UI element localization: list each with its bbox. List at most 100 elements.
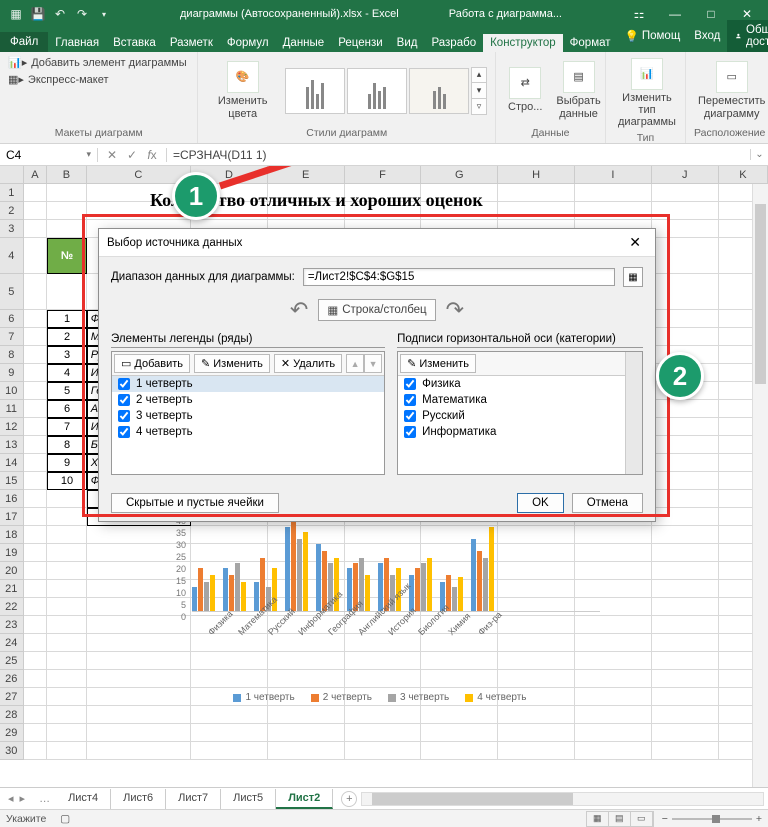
cell[interactable]: [575, 742, 652, 760]
row-header[interactable]: 14: [0, 454, 24, 472]
categories-listbox[interactable]: Физика Математика Русский Информатика: [398, 376, 642, 474]
cell[interactable]: [652, 688, 719, 706]
cell[interactable]: [47, 724, 86, 742]
cell[interactable]: [47, 274, 86, 310]
move-chart-button[interactable]: ▭ Переместить диаграмму: [694, 59, 768, 121]
cell[interactable]: [24, 580, 48, 598]
row-header[interactable]: 8: [0, 346, 24, 364]
edit-series-button[interactable]: ✎ Изменить: [194, 354, 270, 373]
sheet-tab[interactable]: Лист4: [56, 789, 111, 809]
cell[interactable]: [24, 652, 48, 670]
cell[interactable]: [498, 742, 575, 760]
cell[interactable]: [652, 220, 719, 238]
cell[interactable]: [24, 382, 48, 400]
cell[interactable]: [24, 742, 48, 760]
cell[interactable]: [652, 418, 719, 436]
row-header[interactable]: 11: [0, 400, 24, 418]
row-header[interactable]: 16: [0, 490, 24, 508]
save-icon[interactable]: 💾: [30, 6, 46, 22]
move-down-icon[interactable]: ▼: [364, 354, 382, 373]
zoom-out-icon[interactable]: −: [662, 813, 668, 825]
col-header[interactable]: K: [719, 166, 768, 184]
cell[interactable]: [652, 436, 719, 454]
move-up-icon[interactable]: ▲: [346, 354, 364, 373]
cancel-formula-icon[interactable]: ✕: [104, 148, 120, 162]
tab-developer[interactable]: Разрабо: [424, 34, 483, 52]
col-header[interactable]: G: [421, 166, 498, 184]
row-header[interactable]: 25: [0, 652, 24, 670]
tab-data[interactable]: Данные: [276, 34, 332, 52]
cell[interactable]: [24, 436, 48, 454]
cell[interactable]: 8: [47, 436, 86, 454]
select-data-button[interactable]: ▤ Выбрать данные: [552, 59, 604, 121]
vertical-scrollbar[interactable]: [752, 184, 768, 810]
cell[interactable]: [24, 472, 48, 490]
cell[interactable]: [652, 454, 719, 472]
cell[interactable]: [24, 238, 48, 274]
col-header[interactable]: J: [652, 166, 719, 184]
sheet-nav-prev-icon[interactable]: ◂: [8, 792, 14, 805]
cell[interactable]: [24, 310, 48, 328]
cell[interactable]: [47, 670, 86, 688]
cell[interactable]: [47, 220, 86, 238]
cell[interactable]: [47, 490, 86, 508]
name-box[interactable]: C4▾: [0, 148, 98, 162]
cell[interactable]: [421, 742, 498, 760]
row-header[interactable]: 29: [0, 724, 24, 742]
page-break-view-icon[interactable]: ▭: [631, 812, 653, 826]
remove-series-button[interactable]: ✕ Удалить: [274, 354, 342, 373]
fx-icon[interactable]: fx: [144, 148, 160, 162]
horizontal-scrollbar[interactable]: [361, 792, 764, 806]
zoom-in-icon[interactable]: +: [756, 813, 762, 825]
cancel-button[interactable]: Отмена: [572, 493, 643, 513]
accept-formula-icon[interactable]: ✓: [124, 148, 140, 162]
hidden-cells-button[interactable]: Скрытые и пустые ячейки: [111, 493, 279, 513]
chart-styles-gallery[interactable]: ▴▾▿: [285, 67, 487, 115]
cell[interactable]: [652, 652, 719, 670]
row-header[interactable]: 17: [0, 508, 24, 526]
cell[interactable]: [652, 544, 719, 562]
chart-range-input[interactable]: [303, 268, 615, 286]
dialog-close-icon[interactable]: ✕: [623, 232, 647, 253]
row-header[interactable]: 20: [0, 562, 24, 580]
row-header[interactable]: 10: [0, 382, 24, 400]
cell[interactable]: [652, 580, 719, 598]
cell[interactable]: [191, 742, 268, 760]
edit-categories-button[interactable]: ✎ Изменить: [400, 354, 476, 373]
tab-layout[interactable]: Разметк: [163, 34, 220, 52]
sheet-tab[interactable]: Лист7: [166, 789, 221, 809]
cell[interactable]: [652, 184, 719, 202]
row-header[interactable]: 30: [0, 742, 24, 760]
cell[interactable]: [24, 598, 48, 616]
worksheet[interactable]: A B C D E F G H I J K 1234№561Ф72М83Ру94…: [0, 166, 768, 810]
tab-review[interactable]: Рецензи: [331, 34, 389, 52]
share-button[interactable]: Общий доступ: [727, 20, 768, 52]
tab-home[interactable]: Главная: [48, 34, 106, 52]
quick-layout-button[interactable]: ▦▸ Экспресс-макет: [8, 73, 109, 86]
cell[interactable]: [652, 328, 719, 346]
cell[interactable]: 3: [47, 346, 86, 364]
macro-record-icon[interactable]: ▢: [60, 813, 70, 825]
tab-file[interactable]: Файл: [0, 32, 48, 52]
switch-row-column-dialog-button[interactable]: ▦ Строка/столбец: [318, 299, 435, 321]
add-series-button[interactable]: ▭ Добавить: [114, 354, 190, 373]
cell[interactable]: 9: [47, 454, 86, 472]
cell[interactable]: [24, 202, 48, 220]
cell[interactable]: [652, 472, 719, 490]
cell[interactable]: [652, 274, 719, 310]
cell[interactable]: [24, 274, 48, 310]
cell[interactable]: [24, 508, 48, 526]
tab-formulas[interactable]: Формул: [220, 34, 276, 52]
sheet-tab[interactable]: Лист6: [111, 789, 166, 809]
cell[interactable]: [47, 706, 86, 724]
row-header[interactable]: 6: [0, 310, 24, 328]
cell[interactable]: [47, 526, 86, 544]
cell[interactable]: [498, 202, 575, 220]
cell[interactable]: [24, 706, 48, 724]
cell[interactable]: [47, 742, 86, 760]
row-header[interactable]: 27: [0, 688, 24, 706]
row-header[interactable]: 9: [0, 364, 24, 382]
cell[interactable]: 10: [47, 472, 86, 490]
cell[interactable]: [652, 634, 719, 652]
change-chart-type-button[interactable]: 📊 Изменить тип диаграммы: [614, 56, 680, 130]
